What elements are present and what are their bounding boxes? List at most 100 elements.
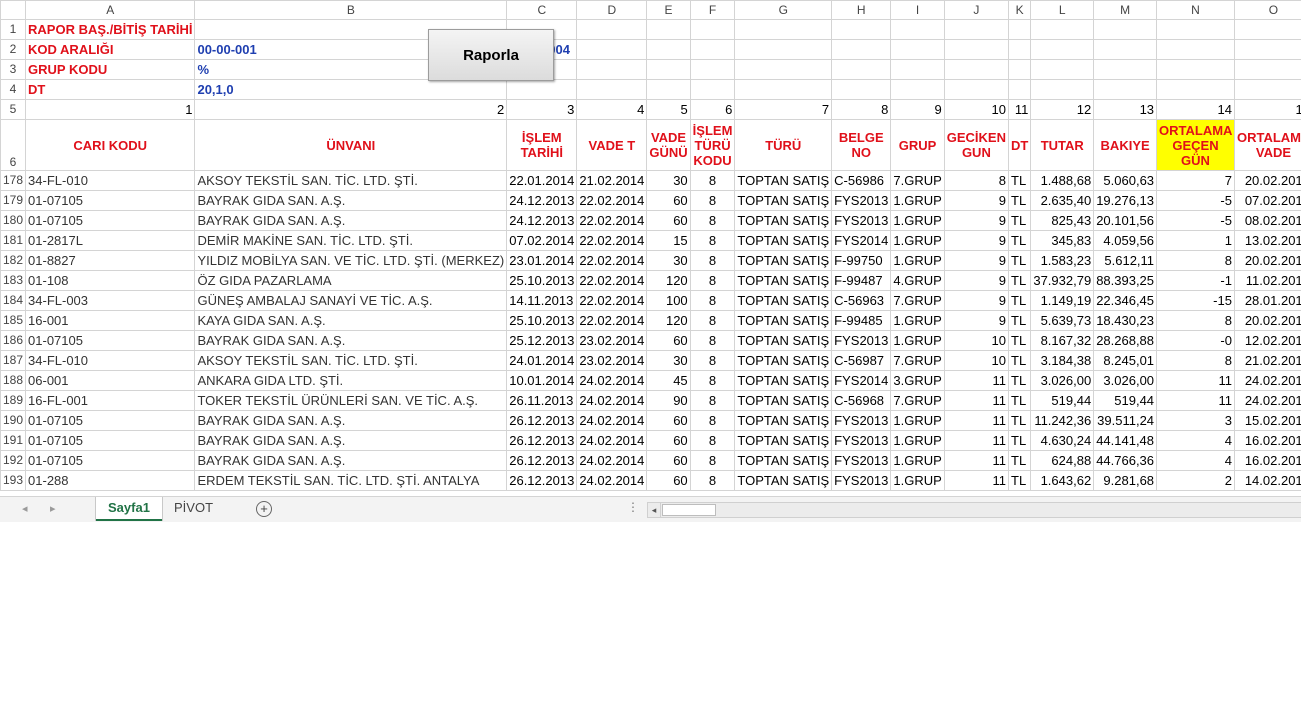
empty-cell[interactable] bbox=[646, 79, 691, 100]
data-cell[interactable]: 22.02.2014 bbox=[576, 290, 648, 311]
data-cell[interactable]: 1.149,19 bbox=[1030, 290, 1095, 311]
data-cell[interactable]: 26.12.2013 bbox=[506, 470, 578, 491]
data-cell[interactable]: 1.GRUP bbox=[890, 210, 945, 231]
column-title-cell[interactable]: DT bbox=[1007, 119, 1032, 171]
empty-cell[interactable] bbox=[576, 19, 648, 40]
data-cell[interactable]: TL bbox=[1007, 370, 1032, 391]
data-cell[interactable]: 1.643,62 bbox=[1030, 470, 1095, 491]
row-header[interactable]: 192 bbox=[0, 450, 27, 471]
empty-cell[interactable] bbox=[1156, 39, 1235, 60]
data-cell[interactable]: TL bbox=[1007, 450, 1032, 471]
data-cell[interactable]: -5 bbox=[1156, 190, 1235, 211]
data-cell[interactable]: 3.026,00 bbox=[1093, 370, 1158, 391]
data-cell[interactable]: FYS2014 bbox=[831, 370, 892, 391]
data-cell[interactable]: TL bbox=[1007, 190, 1032, 211]
data-cell[interactable]: TL bbox=[1007, 330, 1032, 351]
row-header[interactable]: 182 bbox=[0, 250, 27, 271]
data-cell[interactable]: 1.GRUP bbox=[890, 430, 945, 451]
meta-label-cell[interactable]: GRUP KODU bbox=[25, 59, 196, 80]
data-cell[interactable]: FYS2013 bbox=[831, 470, 892, 491]
data-cell[interactable]: 1 bbox=[1156, 230, 1235, 251]
data-cell[interactable]: F-99750 bbox=[831, 250, 892, 271]
row-header[interactable]: 5 bbox=[0, 99, 27, 120]
data-cell[interactable]: 01-07105 bbox=[25, 330, 196, 351]
column-number-cell[interactable]: 13 bbox=[1093, 99, 1158, 120]
data-cell[interactable]: 23.02.2014 bbox=[576, 330, 648, 351]
row-header[interactable]: 1 bbox=[0, 19, 27, 40]
data-cell[interactable]: 23.02.2014 bbox=[576, 350, 648, 371]
data-cell[interactable]: KAYA GIDA SAN. A.Ş. bbox=[194, 310, 508, 331]
data-cell[interactable]: TL bbox=[1007, 230, 1032, 251]
empty-cell[interactable] bbox=[734, 19, 833, 40]
data-cell[interactable]: 8 bbox=[689, 450, 736, 471]
data-cell[interactable]: 60 bbox=[646, 470, 691, 491]
data-cell[interactable]: 8 bbox=[1156, 250, 1235, 271]
data-cell[interactable]: 519,44 bbox=[1030, 390, 1095, 411]
data-cell[interactable]: TL bbox=[1007, 170, 1032, 191]
data-cell[interactable]: 30 bbox=[646, 170, 691, 191]
data-cell[interactable]: C-56986 bbox=[831, 170, 892, 191]
empty-cell[interactable] bbox=[1093, 59, 1158, 80]
data-cell[interactable]: TOPTAN SATIŞ bbox=[734, 210, 833, 231]
data-cell[interactable]: AKSOY TEKSTİL SAN. TİC. LTD. ŞTİ. bbox=[194, 350, 508, 371]
data-cell[interactable]: TOPTAN SATIŞ bbox=[734, 390, 833, 411]
data-cell[interactable]: 22.02.2014 bbox=[576, 270, 648, 291]
empty-cell[interactable] bbox=[689, 39, 736, 60]
data-cell[interactable]: 16.02.2014 bbox=[1233, 430, 1301, 451]
column-title-cell[interactable]: TUTAR bbox=[1030, 119, 1095, 171]
data-cell[interactable]: F-99485 bbox=[831, 310, 892, 331]
data-cell[interactable]: 12.02.2014 bbox=[1233, 330, 1301, 351]
data-cell[interactable]: 34-FL-010 bbox=[25, 350, 196, 371]
data-cell[interactable]: 8 bbox=[689, 390, 736, 411]
empty-cell[interactable] bbox=[576, 79, 648, 100]
meta-label-cell[interactable]: RAPOR BAŞ./BİTİŞ TARİHİ bbox=[25, 19, 196, 40]
data-cell[interactable]: C-56987 bbox=[831, 350, 892, 371]
column-title-cell[interactable]: VADE T bbox=[576, 119, 648, 171]
data-cell[interactable]: 16-FL-001 bbox=[25, 390, 196, 411]
row-header[interactable]: 187 bbox=[0, 350, 27, 371]
empty-cell[interactable] bbox=[1030, 59, 1095, 80]
row-header[interactable]: 6 bbox=[0, 119, 27, 171]
data-cell[interactable]: 01-07105 bbox=[25, 450, 196, 471]
data-cell[interactable]: 11 bbox=[943, 410, 1010, 431]
data-cell[interactable]: 24.02.2014 bbox=[576, 450, 648, 471]
data-cell[interactable]: 8 bbox=[689, 410, 736, 431]
data-cell[interactable]: 01-07105 bbox=[25, 430, 196, 451]
empty-cell[interactable] bbox=[689, 79, 736, 100]
column-number-cell[interactable]: 15 bbox=[1233, 99, 1301, 120]
empty-cell[interactable] bbox=[646, 59, 691, 80]
data-cell[interactable]: 24.02.2014 bbox=[576, 470, 648, 491]
data-cell[interactable]: TL bbox=[1007, 350, 1032, 371]
column-header-f[interactable]: F bbox=[689, 0, 736, 20]
empty-cell[interactable] bbox=[1007, 79, 1032, 100]
data-cell[interactable]: 1.GRUP bbox=[890, 410, 945, 431]
data-cell[interactable]: 24.02.2014 bbox=[1233, 370, 1301, 391]
data-cell[interactable]: 26.11.2013 bbox=[506, 390, 578, 411]
empty-cell[interactable] bbox=[943, 59, 1010, 80]
data-cell[interactable]: 11 bbox=[943, 390, 1010, 411]
column-title-cell[interactable]: TÜRÜ bbox=[734, 119, 833, 171]
data-cell[interactable]: 9 bbox=[943, 190, 1010, 211]
empty-cell[interactable] bbox=[646, 39, 691, 60]
data-cell[interactable]: FYS2013 bbox=[831, 410, 892, 431]
data-cell[interactable]: AKSOY TEKSTİL SAN. TİC. LTD. ŞTİ. bbox=[194, 170, 508, 191]
data-cell[interactable]: 4 bbox=[1156, 450, 1235, 471]
data-cell[interactable]: TOPTAN SATIŞ bbox=[734, 190, 833, 211]
data-cell[interactable]: BAYRAK GIDA SAN. A.Ş. bbox=[194, 210, 508, 231]
meta-value-cell[interactable]: 20,1,0 bbox=[194, 79, 508, 100]
data-cell[interactable]: 1.GRUP bbox=[890, 230, 945, 251]
data-cell[interactable]: 24.01.2014 bbox=[506, 350, 578, 371]
row-header[interactable]: 186 bbox=[0, 330, 27, 351]
data-cell[interactable]: 7.GRUP bbox=[890, 350, 945, 371]
data-cell[interactable]: 9 bbox=[943, 210, 1010, 231]
data-cell[interactable]: TOPTAN SATIŞ bbox=[734, 350, 833, 371]
data-cell[interactable]: 100 bbox=[646, 290, 691, 311]
empty-cell[interactable] bbox=[890, 59, 945, 80]
empty-cell[interactable] bbox=[576, 39, 648, 60]
row-header[interactable]: 4 bbox=[0, 79, 27, 100]
data-cell[interactable]: 11 bbox=[943, 370, 1010, 391]
data-cell[interactable]: 26.12.2013 bbox=[506, 450, 578, 471]
row-header[interactable]: 185 bbox=[0, 310, 27, 331]
data-cell[interactable]: 10 bbox=[943, 350, 1010, 371]
column-number-cell[interactable]: 1 bbox=[25, 99, 196, 120]
